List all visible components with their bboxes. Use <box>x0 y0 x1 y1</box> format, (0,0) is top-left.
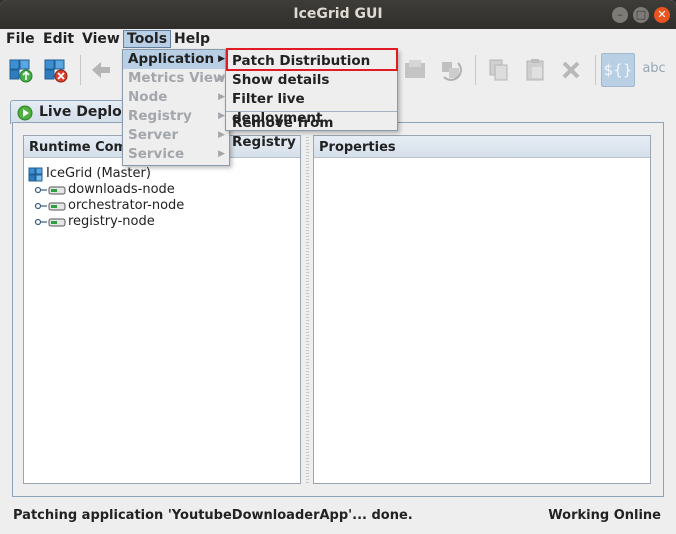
menu-filter-live-deployment[interactable]: Filter live deployment <box>226 90 397 126</box>
menu-help[interactable]: Help <box>171 30 213 48</box>
toolbar-separator <box>80 55 81 85</box>
submenu-arrow-icon: ▶ <box>218 149 225 159</box>
logout-icon <box>44 59 68 83</box>
paste-button[interactable] <box>518 53 552 87</box>
menu-remove-from-registry[interactable]: Remove from Registry <box>226 114 397 150</box>
tree-root[interactable]: IceGrid (Master) <box>28 166 184 182</box>
node-icon <box>48 186 66 195</box>
status-message: Patching application 'YoutubeDownloaderA… <box>13 508 413 523</box>
toolbar-separator <box>475 55 476 85</box>
minimize-button[interactable]: – <box>612 7 628 23</box>
expand-handle-icon[interactable] <box>34 215 48 229</box>
submenu-arrow-icon: ▶ <box>218 73 225 83</box>
tab-panel: Runtime Com IceGrid (Master) downloads-n… <box>12 122 664 497</box>
window-title: IceGrid GUI <box>293 6 383 22</box>
close-button[interactable]: ✕ <box>654 7 670 23</box>
application-submenu: Patch Distribution Show details Filter l… <box>225 49 398 150</box>
expand-handle-icon[interactable] <box>34 183 48 197</box>
show-variables-label: ${} <box>603 61 633 79</box>
submenu-arrow-icon: ▶ <box>218 130 225 140</box>
properties-pane: Properties <box>313 135 651 484</box>
login-button[interactable] <box>4 53 38 87</box>
toolbar-separator <box>595 55 596 85</box>
substitute-label: abc <box>642 61 666 76</box>
app-window: IceGrid GUI – □ ✕ File Edit View Tools H… <box>0 0 676 534</box>
menu-item-label: Service <box>128 146 185 162</box>
tab-live-deployment[interactable]: Live Deploy <box>10 100 135 124</box>
split-pane-divider[interactable] <box>303 135 311 484</box>
tools-menu: Application ▶ Metrics View ▶ Node ▶ Regi… <box>122 49 230 166</box>
status-bar: Patching application 'YoutubeDownloaderA… <box>0 502 676 534</box>
menu-item-label: Application <box>128 51 215 67</box>
copy-icon <box>489 59 508 81</box>
runtime-components-pane: Runtime Com IceGrid (Master) downloads-n… <box>23 135 301 484</box>
save-button[interactable] <box>398 53 432 87</box>
menu-edit[interactable]: Edit <box>40 30 77 48</box>
tree-node-label: registry-node <box>68 214 155 229</box>
maximize-button[interactable]: □ <box>633 7 649 23</box>
show-variables-toggle[interactable]: ${} <box>601 53 635 87</box>
menu-bar: File Edit View Tools Help <box>0 29 676 49</box>
substitute-toggle[interactable]: abc <box>637 53 671 87</box>
live-deployment-icon <box>17 105 33 121</box>
icegrid-icon <box>28 167 43 182</box>
menu-item-label: Server <box>128 127 179 143</box>
tools-menu-metrics-view[interactable]: Metrics View ▶ <box>123 69 229 88</box>
tree-root-label: IceGrid (Master) <box>46 166 151 181</box>
menu-item-label: Node <box>128 89 168 105</box>
menu-item-label: Patch Distribution <box>232 53 371 69</box>
node-icon <box>48 202 66 211</box>
refresh-icon <box>442 62 462 81</box>
menu-patch-distribution[interactable]: Patch Distribution <box>226 52 397 71</box>
node-icon <box>48 218 66 227</box>
properties-header: Properties <box>314 136 650 158</box>
menu-tools[interactable]: Tools <box>123 30 172 48</box>
submenu-arrow-icon: ▶ <box>218 54 225 64</box>
tree-node-registry[interactable]: registry-node <box>28 214 184 230</box>
menu-file[interactable]: File <box>3 30 38 48</box>
menu-view[interactable]: View <box>79 30 123 48</box>
tree-node-downloads[interactable]: downloads-node <box>28 182 184 198</box>
delete-icon <box>562 61 580 79</box>
tools-menu-service[interactable]: Service ▶ <box>123 145 229 164</box>
tree-node-label: orchestrator-node <box>68 198 185 213</box>
refresh-button[interactable] <box>434 53 468 87</box>
tools-menu-registry[interactable]: Registry ▶ <box>123 107 229 126</box>
runtime-tree: IceGrid (Master) downloads-node orchestr… <box>28 166 184 230</box>
submenu-arrow-icon: ▶ <box>218 92 225 102</box>
logout-button[interactable] <box>39 53 73 87</box>
tree-node-orchestrator[interactable]: orchestrator-node <box>28 198 184 214</box>
menu-item-label: Metrics View <box>128 70 226 86</box>
menu-show-details[interactable]: Show details <box>226 71 397 90</box>
menu-item-label: Show details <box>232 72 330 88</box>
login-icon <box>9 59 33 83</box>
connection-status: Working Online <box>548 508 661 523</box>
menu-item-label: Registry <box>128 108 192 124</box>
tools-menu-server[interactable]: Server ▶ <box>123 126 229 145</box>
copy-button[interactable] <box>482 53 516 87</box>
back-button[interactable] <box>84 53 118 87</box>
title-bar[interactable]: IceGrid GUI – □ ✕ <box>0 0 676 29</box>
arrow-left-icon <box>92 62 110 78</box>
delete-button[interactable] <box>554 53 588 87</box>
paste-icon <box>526 59 544 81</box>
tools-menu-node[interactable]: Node ▶ <box>123 88 229 107</box>
tools-menu-application[interactable]: Application ▶ <box>123 50 229 69</box>
tree-node-label: downloads-node <box>68 182 175 197</box>
save-icon <box>405 60 425 78</box>
tab-label: Live Deploy <box>39 104 131 120</box>
submenu-arrow-icon: ▶ <box>218 111 225 121</box>
expand-handle-icon[interactable] <box>34 199 48 213</box>
